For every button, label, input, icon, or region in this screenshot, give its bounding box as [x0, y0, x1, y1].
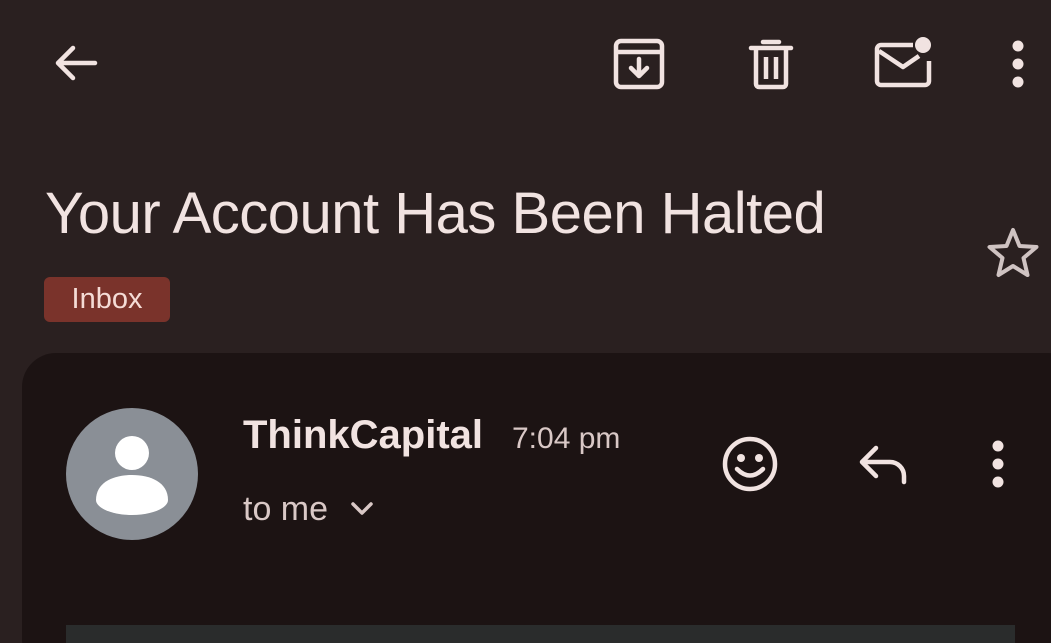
emoji-reaction-icon [722, 436, 778, 492]
message-time: 7:04 pm [512, 422, 621, 455]
inbox-label-chip[interactable]: Inbox [44, 277, 170, 322]
person-icon [96, 436, 168, 515]
emoji-reaction-button[interactable] [718, 432, 782, 496]
back-button[interactable] [48, 38, 102, 88]
more-options-button[interactable] [1000, 38, 1036, 90]
star-icon [987, 228, 1039, 277]
reply-button[interactable] [854, 438, 912, 490]
mark-unread-button[interactable] [872, 34, 936, 90]
recipient-details-toggle[interactable]: to me [243, 487, 374, 531]
star-button[interactable] [982, 224, 1044, 282]
mail-unread-icon [874, 37, 932, 88]
sender-name: ThinkCapital [243, 413, 484, 457]
message-body [66, 625, 1015, 643]
email-subject: Your Account Has Been Halted [45, 181, 826, 246]
reply-icon [859, 445, 907, 485]
message-more-button[interactable] [980, 437, 1016, 491]
recipient-label: to me [243, 490, 329, 528]
delete-button[interactable] [744, 36, 798, 92]
more-vertical-icon [1012, 40, 1024, 88]
trash-icon [748, 39, 794, 90]
sender-avatar[interactable] [66, 408, 198, 540]
arrow-left-icon [55, 45, 98, 81]
chevron-down-icon [351, 502, 373, 515]
archive-button[interactable] [610, 36, 668, 92]
email-view: Your Account Has Been Halted Inbox Think… [0, 0, 1051, 643]
more-vertical-icon [992, 440, 1004, 488]
archive-icon [613, 38, 665, 90]
